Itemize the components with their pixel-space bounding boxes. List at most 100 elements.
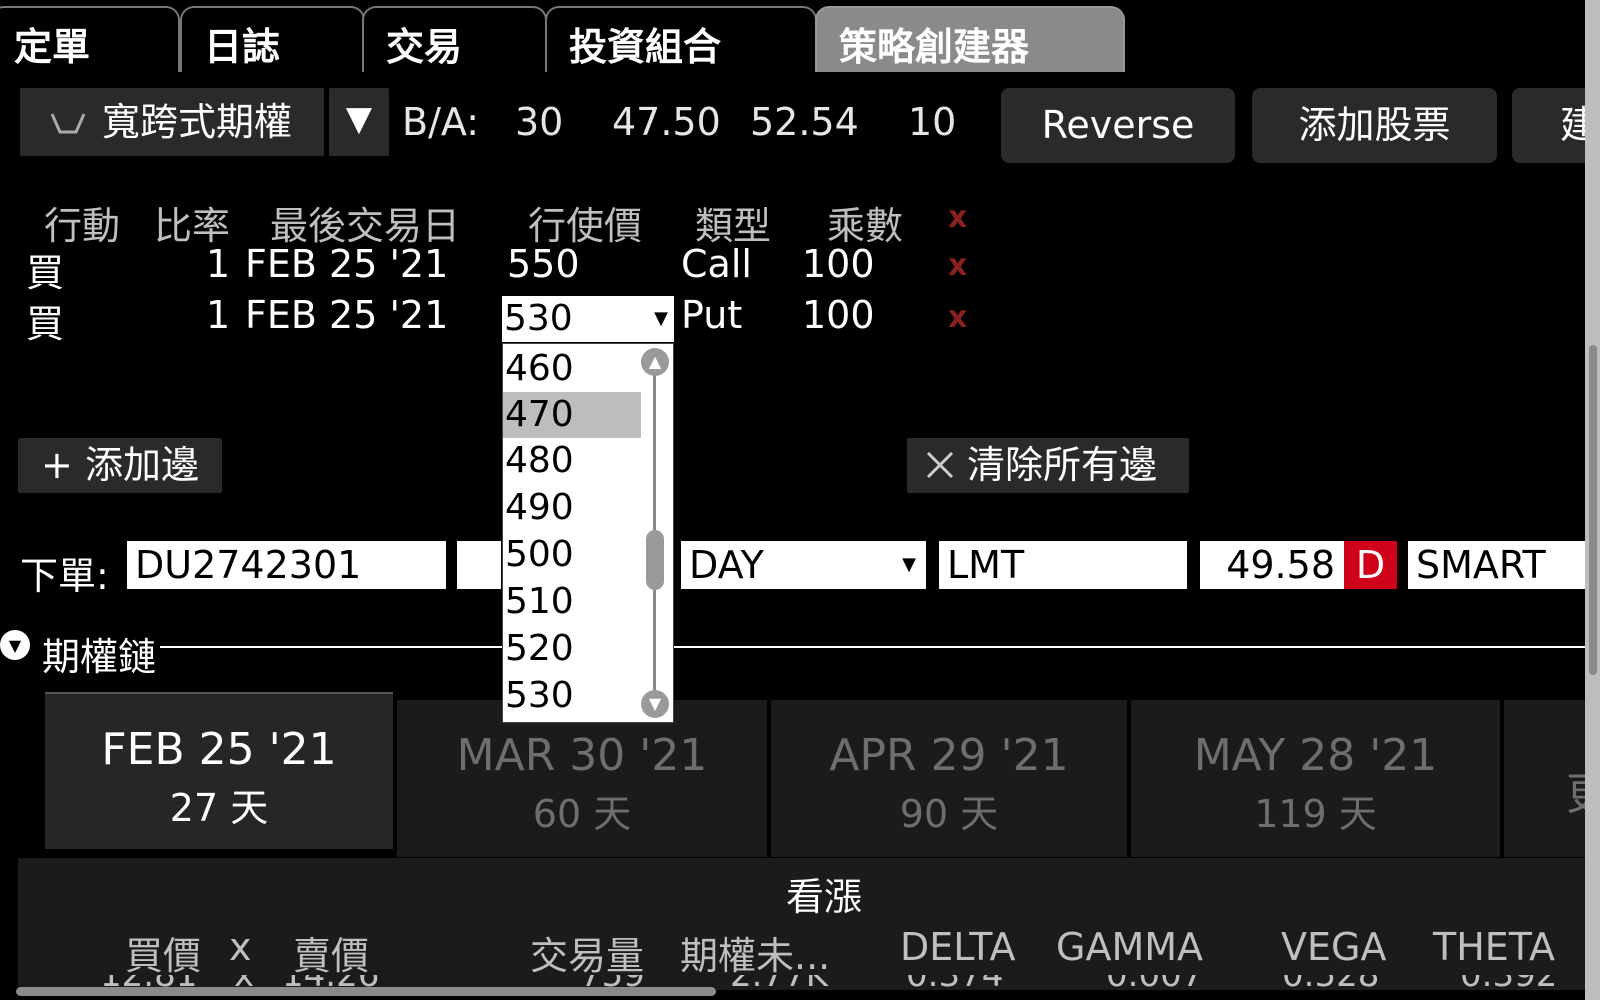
- horizontal-scrollbar-thumb[interactable]: [16, 987, 716, 996]
- order-label: 下單:: [20, 554, 109, 598]
- limit-price-value: 49.58: [1226, 543, 1335, 587]
- dropdown-option[interactable]: 500: [503, 532, 641, 578]
- chevron-down-icon: ▼: [902, 554, 916, 575]
- cell-open-interest: 2.77K: [730, 975, 828, 987]
- leg-action: 買: [26, 302, 65, 346]
- leg-expiry: FEB 25 '21: [245, 242, 449, 286]
- build-label: 建: [1560, 103, 1585, 147]
- expiry-date: APR 29 '21: [829, 730, 1069, 781]
- ask-size: 10: [908, 100, 957, 144]
- tab-orders[interactable]: 定單: [0, 6, 180, 72]
- expiry-date: MAY 28 '21: [1193, 730, 1438, 781]
- dropdown-option[interactable]: 530: [503, 673, 641, 719]
- vertical-scrollbar-thumb[interactable]: [1589, 345, 1597, 675]
- cell-vega: 0.528: [1282, 975, 1379, 987]
- cell-theta: 0.392: [1460, 975, 1557, 987]
- order-type-field[interactable]: LMT: [939, 541, 1187, 589]
- reverse-label: Reverse: [1041, 103, 1195, 147]
- tab-bar: 定單 日誌 交易 投資組合 策略創建器: [0, 0, 1585, 76]
- expiry-tab[interactable]: FEB 25 '21 27 天: [45, 692, 393, 849]
- price-flag-badge[interactable]: D: [1344, 541, 1397, 589]
- tab-label: 交易: [386, 25, 463, 69]
- tab-portfolio[interactable]: 投資組合: [545, 6, 817, 72]
- dropdown-scroll-thumb[interactable]: [646, 530, 664, 590]
- table-row-clipped: 12.81 x 14.26 759 2.77K 0.374 0.007 0.52…: [18, 975, 1585, 987]
- tab-strategy-builder[interactable]: 策略創建器: [815, 6, 1125, 72]
- clear-legs-label: 清除所有邊: [967, 443, 1158, 487]
- dropdown-option[interactable]: 490: [503, 485, 641, 531]
- delete-leg-icon[interactable]: x: [948, 248, 967, 283]
- leg-multiplier: 100: [802, 293, 875, 337]
- tab-label: 投資組合: [569, 25, 722, 69]
- dropdown-option[interactable]: 510: [503, 579, 641, 625]
- column-ask[interactable]: 賣價: [293, 925, 369, 980]
- scroll-up-icon[interactable]: ▲: [641, 348, 669, 376]
- add-leg-button[interactable]: + 添加邊: [18, 438, 222, 493]
- scroll-down-icon[interactable]: ▼: [641, 690, 669, 718]
- expiry-days: 119 天: [1254, 792, 1377, 836]
- strategy-selector[interactable]: 寬跨式期權: [20, 88, 324, 156]
- clear-legs-button[interactable]: 清除所有邊: [907, 438, 1189, 493]
- route-field[interactable]: SMART: [1408, 541, 1585, 589]
- expiry-date: 更: [1566, 758, 1585, 822]
- cell-ask: 14.26: [282, 975, 379, 987]
- leg-type: Call: [681, 242, 752, 286]
- price-flag-label: D: [1355, 543, 1386, 587]
- column-gamma[interactable]: GAMMA: [1056, 925, 1203, 969]
- bid-size: 30: [515, 100, 564, 144]
- column-volume[interactable]: 交易量: [530, 925, 644, 980]
- expiry-tab[interactable]: MAY 28 '21 119 天: [1131, 700, 1500, 857]
- add-stock-label: 添加股票: [1298, 103, 1451, 147]
- dropdown-option[interactable]: 480: [503, 438, 641, 484]
- build-button[interactable]: 建: [1512, 88, 1585, 163]
- strike-select-value: 530: [504, 298, 573, 339]
- column-vega[interactable]: VEGA: [1281, 925, 1386, 969]
- tab-label: 策略創建器: [839, 25, 1030, 69]
- cell-x: x: [234, 975, 254, 987]
- expiry-days: 60 天: [532, 792, 632, 836]
- collapse-chain-icon[interactable]: ▼: [0, 630, 30, 660]
- quantity-field[interactable]: [457, 541, 501, 589]
- expiry-days: 90 天: [899, 792, 999, 836]
- option-chain-title: 期權鏈: [42, 635, 157, 679]
- dropdown-option[interactable]: 520: [503, 626, 641, 672]
- tab-label: 定單: [14, 25, 91, 69]
- column-bid[interactable]: 買價: [125, 925, 201, 980]
- route-value: SMART: [1416, 543, 1546, 587]
- expiry-date: MAR 30 '21: [456, 730, 708, 781]
- section-divider: [160, 646, 1585, 648]
- tif-value: DAY: [689, 543, 764, 587]
- dropdown-option-highlighted[interactable]: 470: [503, 392, 641, 438]
- straddle-icon: [48, 91, 88, 159]
- delete-leg-icon[interactable]: x: [948, 300, 967, 335]
- leg-multiplier: 100: [802, 242, 875, 286]
- column-theta[interactable]: THETA: [1433, 925, 1555, 969]
- column-delta[interactable]: DELTA: [900, 925, 1015, 969]
- delete-all-legs-icon[interactable]: x: [948, 200, 967, 235]
- leg-strike[interactable]: 550: [507, 242, 580, 286]
- tab-log[interactable]: 日誌: [180, 6, 365, 72]
- ask-price: 52.54: [750, 100, 859, 144]
- expiry-date: FEB 25 '21: [101, 724, 337, 775]
- dropdown-option[interactable]: 460: [503, 346, 641, 392]
- cell-gamma: 0.007: [1106, 975, 1203, 987]
- leg-action: 買: [26, 251, 65, 295]
- strategy-dropdown-button[interactable]: ▼: [329, 88, 389, 156]
- add-stock-button[interactable]: 添加股票: [1252, 88, 1497, 163]
- column-x: x: [229, 925, 252, 969]
- leg-type: Put: [681, 293, 743, 337]
- reverse-button[interactable]: Reverse: [1001, 88, 1235, 163]
- cell-delta: 0.374: [906, 975, 1003, 987]
- expiry-tab[interactable]: MAR 30 '21 60 天: [397, 700, 767, 857]
- chevron-down-icon: ▼: [654, 308, 668, 329]
- account-field[interactable]: DU2742301: [127, 541, 446, 589]
- expiry-tab-more[interactable]: 更: [1504, 700, 1585, 857]
- expiry-tab[interactable]: APR 29 '21 90 天: [771, 700, 1127, 857]
- expiry-days: 27 天: [169, 786, 269, 830]
- tab-trades[interactable]: 交易: [362, 6, 547, 72]
- leg-expiry: FEB 25 '21: [245, 293, 449, 337]
- cell-volume: 759: [580, 975, 645, 987]
- strike-select[interactable]: 530 ▼: [502, 296, 674, 342]
- tif-select[interactable]: DAY ▼: [681, 541, 926, 589]
- column-open-interest[interactable]: 期權未...: [680, 925, 830, 980]
